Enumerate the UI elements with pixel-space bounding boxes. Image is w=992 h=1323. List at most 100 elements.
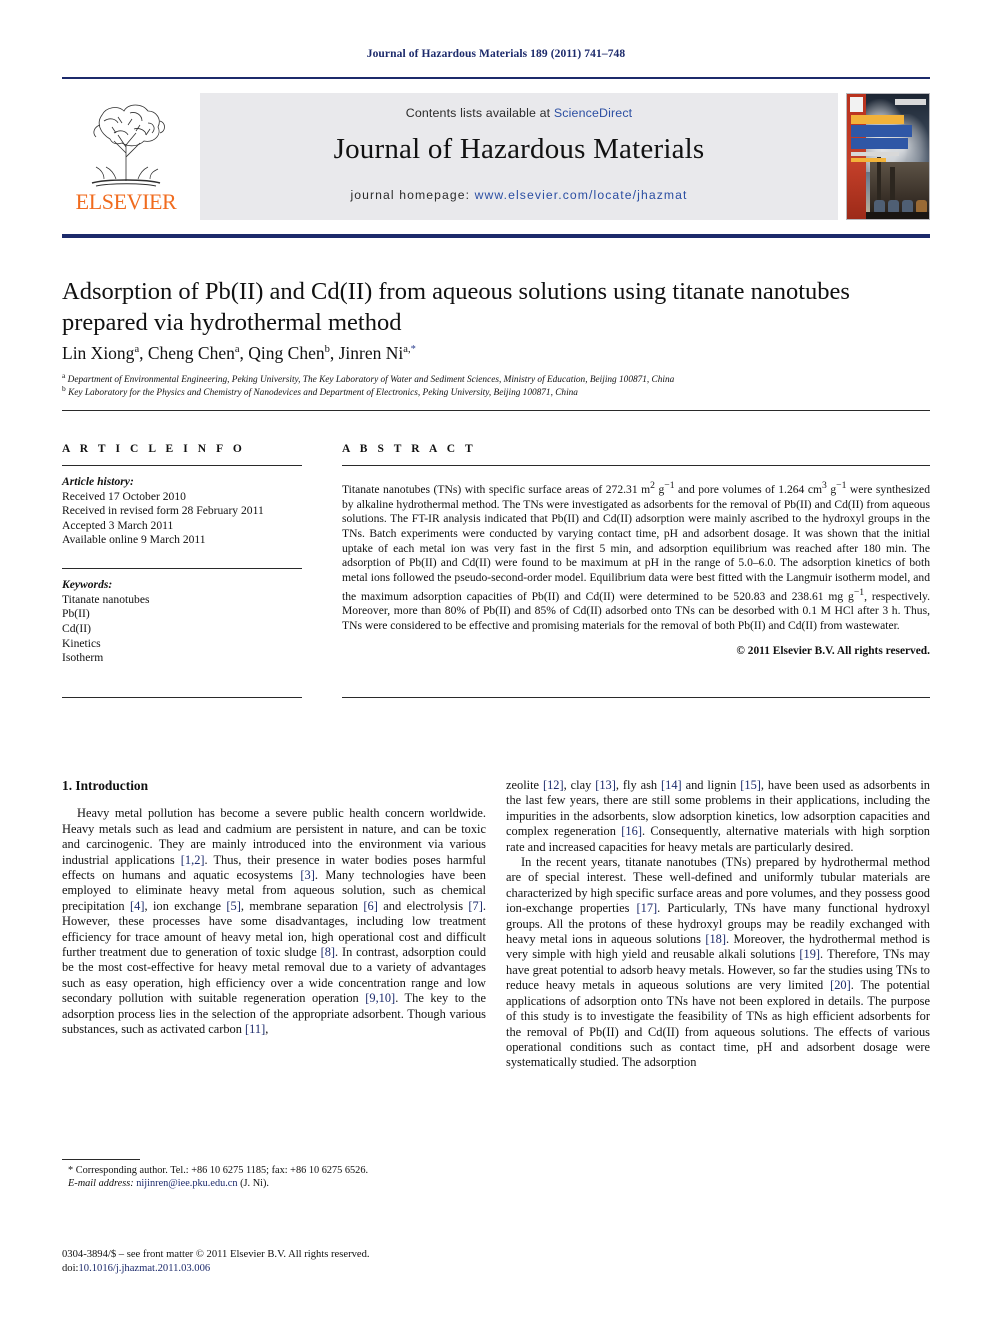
- corresponding-author-marker[interactable]: *: [411, 344, 416, 355]
- citation-ref[interactable]: [16]: [621, 824, 642, 838]
- citation-ref[interactable]: [7]: [468, 899, 482, 913]
- citation-ref[interactable]: [19]: [799, 947, 820, 961]
- author-name-2: Cheng Chen: [147, 343, 235, 363]
- keywords-rule: [62, 568, 302, 570]
- cover-title-line-3: [851, 137, 909, 149]
- affiliation-marker-b: b: [62, 384, 66, 393]
- history-item-revised: Received in revised form 28 February 201…: [62, 504, 264, 518]
- homepage-url-link[interactable]: www.elsevier.com/locate/jhazmat: [475, 188, 688, 202]
- citation-ref[interactable]: [17]: [637, 901, 658, 915]
- body-column-left: 1. Introduction Heavy metal pollution ha…: [62, 778, 486, 1038]
- author-list: Lin Xionga, Cheng Chena, Qing Chenb, Jin…: [62, 343, 930, 364]
- elsevier-logo: ELSEVIER: [62, 93, 190, 220]
- cover-smokestack-2: [889, 166, 895, 202]
- citation-ref[interactable]: [9,10]: [365, 991, 395, 1005]
- author-name-4: Jinren Ni: [338, 343, 404, 363]
- cover-elsevier-mark: [850, 96, 863, 112]
- affiliation-text-b: Key Laboratory for the Physics and Chemi…: [68, 388, 578, 399]
- journal-masthead: ELSEVIER Contents lists available at Sci…: [62, 93, 930, 220]
- abstract-rule: [342, 465, 930, 467]
- contents-available-line: Contents lists available at ScienceDirec…: [200, 106, 838, 120]
- keywords-label: Keywords:: [62, 578, 113, 592]
- footnote-rule: [62, 1159, 140, 1161]
- cover-subtitle-line: [851, 151, 899, 156]
- author-name-1: Lin Xiong: [62, 343, 135, 363]
- author-sep-2: ,: [239, 343, 249, 363]
- footnote-star-marker: *: [68, 1165, 74, 1176]
- cover-smokestack-1: [876, 156, 882, 202]
- paragraph-intro-1: Heavy metal pollution has become a sever…: [62, 806, 487, 1037]
- article-history-block: Article history: Received 17 October 201…: [62, 475, 302, 548]
- masthead-band: Contents lists available at ScienceDirec…: [200, 93, 838, 220]
- email-link[interactable]: nijinren@iee.pku.edu.cn: [136, 1178, 237, 1189]
- keywords-block: Keywords: Titanate nanotubes Pb(II) Cd(I…: [62, 578, 302, 666]
- journal-cover-thumbnail[interactable]: [846, 93, 930, 220]
- affiliation-b: b Key Laboratory for the Physics and Che…: [62, 383, 930, 400]
- citation-ref[interactable]: [3]: [300, 868, 314, 882]
- author-affil-marker-4: a,: [403, 344, 411, 356]
- email-note: E-mail address: nijinren@iee.pku.edu.cn …: [62, 1177, 486, 1190]
- author-name-3: Qing Chen: [248, 343, 325, 363]
- header-bottom-rule: [62, 410, 930, 412]
- keyword-item: Titanate nanotubes: [62, 592, 150, 606]
- elsevier-wordmark: ELSEVIER: [75, 189, 177, 214]
- article-info-bottom-rule: [62, 697, 302, 699]
- citation-ref[interactable]: [11]: [245, 1022, 265, 1036]
- article-info-column: A R T I C L E I N F O Article history: R…: [62, 443, 302, 666]
- abstract-copyright: © 2011 Elsevier B.V. All rights reserved…: [736, 644, 930, 657]
- page-title: Adsorption of Pb(II) and Cd(II) from aqu…: [62, 278, 850, 336]
- cover-title-line-2: [851, 125, 912, 137]
- keyword-item: Cd(II): [62, 621, 91, 635]
- cover-red-band: [847, 94, 866, 219]
- sciencedirect-link[interactable]: ScienceDirect: [554, 106, 632, 120]
- citation-ref[interactable]: [6]: [363, 899, 377, 913]
- citation-ref[interactable]: [14]: [661, 778, 682, 792]
- citation-ref[interactable]: [13]: [595, 778, 616, 792]
- imprint-block: 0304-3894/$ – see front matter © 2011 El…: [62, 1248, 512, 1275]
- cover-issue-line: [894, 99, 926, 106]
- corresponding-author-note: * Corresponding author. Tel.: +86 10 627…: [62, 1164, 486, 1177]
- history-item-accepted: Accepted 3 March 2011: [62, 518, 174, 532]
- citation-ref[interactable]: [12]: [543, 778, 564, 792]
- homepage-prefix: journal homepage:: [350, 188, 475, 202]
- citation-ref[interactable]: [1,2]: [181, 853, 205, 867]
- article-page: Journal of Hazardous Materials 189 (2011…: [0, 0, 992, 1323]
- running-head: Journal of Hazardous Materials 189 (2011…: [366, 48, 626, 60]
- contents-prefix: Contents lists available at: [405, 106, 554, 120]
- journal-homepage-line: journal homepage: www.elsevier.com/locat…: [200, 188, 838, 202]
- elsevier-tree-logo-icon: [91, 104, 165, 187]
- journal-title: Journal of Hazardous Materials: [333, 133, 705, 165]
- cover-title-line-1: [851, 115, 904, 124]
- body-column-right: zeolite [12], clay [13], fly ash [14] an…: [506, 778, 930, 1071]
- masthead-bottom-rule: [62, 234, 930, 238]
- running-head-rule: [62, 77, 930, 79]
- citation-ref[interactable]: [20]: [830, 978, 851, 992]
- email-label: E-mail address:: [68, 1178, 134, 1189]
- abstract-bottom-rule: [342, 697, 930, 699]
- citation-ref[interactable]: [5]: [226, 899, 240, 913]
- history-item-received: Received 17 October 2010: [62, 489, 186, 503]
- citation-ref[interactable]: [8]: [321, 945, 335, 959]
- doi-link[interactable]: 10.1016/j.jhazmat.2011.03.006: [78, 1263, 210, 1274]
- cover-tagline: [851, 157, 886, 163]
- email-owner: (J. Ni).: [240, 1178, 269, 1189]
- citation-ref[interactable]: [18]: [705, 932, 726, 946]
- paragraph-intro-3: In the recent years, titanate nanotubes …: [506, 855, 930, 1070]
- keyword-item: Kinetics: [62, 636, 101, 650]
- footnote-block: * Corresponding author. Tel.: +86 10 627…: [62, 1164, 486, 1190]
- keyword-item: Pb(II): [62, 607, 90, 621]
- corresponding-author-text: Corresponding author. Tel.: +86 10 6275 …: [75, 1165, 369, 1176]
- imprint-front-matter: 0304-3894/$ – see front matter © 2011 El…: [62, 1249, 370, 1260]
- author-sep-1: ,: [139, 343, 148, 363]
- article-info-label: A R T I C L E I N F O: [62, 443, 246, 455]
- author-sep-3: ,: [329, 343, 339, 363]
- citation-ref[interactable]: [4]: [130, 899, 144, 913]
- paragraph-intro-2: zeolite [12], clay [13], fly ash [14] an…: [506, 778, 930, 854]
- abstract-text: Titanate nanotubes (TNs) with specific s…: [342, 480, 931, 633]
- doi-prefix: doi:: [62, 1262, 79, 1274]
- citation-ref[interactable]: [15]: [740, 778, 761, 792]
- abstract-column: A B S T R A C T Titanate nanotubes (TNs)…: [342, 443, 930, 657]
- abstract-label: A B S T R A C T: [342, 443, 477, 455]
- article-history-label: Article history:: [62, 475, 134, 489]
- affiliation-marker-a: a: [62, 371, 66, 380]
